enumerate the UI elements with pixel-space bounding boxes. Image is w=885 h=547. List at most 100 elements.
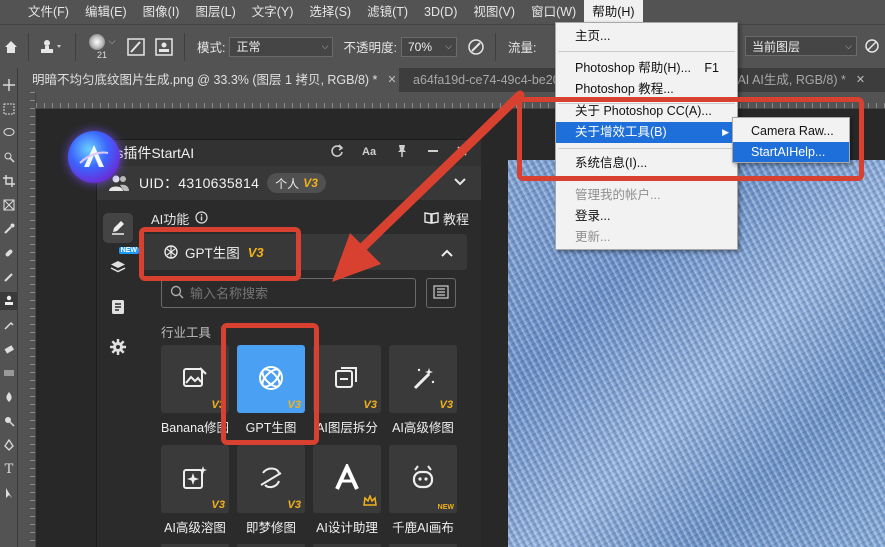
menu-3d[interactable]: 3D(D) (416, 0, 465, 24)
quick-select-tool-icon[interactable] (0, 148, 18, 166)
menu-item-label: 关于 Photoshop CC(A)... (575, 104, 712, 118)
chevron-down-icon[interactable] (453, 176, 467, 190)
menu-window[interactable]: 窗口(W) (523, 0, 584, 24)
brush-tool-icon[interactable] (0, 268, 18, 286)
marquee-tool-icon[interactable] (0, 100, 18, 118)
list-view-button[interactable] (426, 278, 456, 308)
submenu-camera-raw[interactable]: Camera Raw... (733, 121, 849, 141)
dodge-tool-icon[interactable] (0, 412, 18, 430)
document-tab[interactable]: tAI AI生成, RGB/8) * ✕ (734, 68, 885, 92)
account-tier: 个人 (275, 176, 300, 191)
search-input[interactable] (190, 285, 390, 301)
blur-tool-icon[interactable] (0, 388, 18, 406)
info-icon[interactable] (195, 210, 208, 227)
sidebar-ai-functions[interactable] (103, 213, 133, 243)
gradient-tool-icon[interactable] (0, 364, 18, 382)
minimize-icon[interactable] (426, 144, 440, 161)
chevron-down-icon: ⌵ (108, 36, 116, 46)
help-menu-system-info[interactable]: 系统信息(I)... (556, 153, 737, 174)
tool-card-label: 即梦修图 (245, 521, 296, 535)
ignore-adjustment-icon[interactable] (862, 36, 882, 56)
menu-select[interactable]: 选择(S) (301, 0, 359, 24)
eyedropper-tool-icon[interactable] (0, 220, 18, 238)
book-icon (424, 211, 439, 227)
tool-card-advanced-retouch[interactable]: V3 (389, 345, 457, 413)
tool-card-layer-split[interactable]: V3 (313, 345, 381, 413)
sidebar-documents[interactable] (103, 293, 133, 323)
menu-type[interactable]: 文字(Y) (244, 0, 302, 24)
clone-source-icon[interactable] (150, 37, 178, 56)
close-icon[interactable]: ✕ (387, 68, 396, 92)
brush-preset-picker[interactable]: ⌵ 21 (82, 33, 122, 60)
help-menu-updates: 更新... (556, 227, 737, 248)
brush-settings-icon[interactable] (122, 37, 150, 56)
clone-stamp-tool-icon[interactable] (0, 292, 18, 310)
pressure-opacity-icon[interactable] (463, 38, 489, 56)
lasso-tool-icon[interactable] (0, 124, 18, 142)
help-menu-photoshop-help[interactable]: Photoshop 帮助(H)... F1 (556, 58, 737, 79)
type-tool-icon[interactable]: T (0, 460, 18, 478)
tool-card-banana[interactable]: V3 (161, 345, 229, 413)
move-tool-icon[interactable] (0, 76, 18, 94)
new-badge: NEW (437, 504, 454, 511)
refresh-icon[interactable] (330, 144, 344, 161)
pin-icon[interactable] (395, 144, 409, 161)
submenu-startai-help[interactable]: StartAIHelp... (733, 142, 849, 162)
tool-card-design-assistant[interactable] (313, 445, 381, 513)
close-icon[interactable]: ✕ (856, 68, 865, 92)
pen-tool-icon[interactable] (0, 436, 18, 454)
sample-layer-dropdown[interactable]: 当前图层 ⌵ (745, 36, 857, 56)
help-menu-tutorials[interactable]: Photoshop 教程... (556, 79, 737, 100)
help-menu-about-photoshop[interactable]: 关于 Photoshop CC(A)... (556, 101, 737, 122)
menu-help[interactable]: 帮助(H) (584, 0, 643, 24)
sidebar-layers[interactable]: NEW (103, 247, 139, 283)
home-icon[interactable] (0, 39, 22, 55)
menu-file[interactable]: 文件(F) (20, 0, 77, 24)
search-box[interactable] (161, 278, 416, 308)
chevron-down-icon: ⌵ (445, 41, 452, 51)
tool-card-gpt[interactable]: V3 (237, 345, 305, 413)
close-icon[interactable] (455, 144, 469, 161)
path-selection-tool-icon[interactable] (0, 484, 18, 502)
v3-badge: V3 (439, 399, 453, 411)
document-tab-active[interactable]: 明暗不均匀底纹图片生成.png @ 33.3% (图层 1 拷贝, RGB/8)… (18, 68, 399, 92)
history-brush-tool-icon[interactable] (0, 316, 18, 334)
ai-function-heading: AI功能 (151, 209, 208, 228)
document-tab[interactable]: a64fa19d-ce74-49c4-be20 (399, 68, 560, 92)
menu-layer[interactable]: 图层(L) (187, 0, 243, 24)
frame-tool-icon[interactable] (0, 196, 18, 214)
healing-brush-tool-icon[interactable] (0, 244, 18, 262)
mode-dropdown[interactable]: 正常 ⌵ (229, 36, 334, 57)
stamp-tool-preset-icon[interactable] (35, 38, 69, 56)
chevron-up-icon[interactable] (441, 246, 453, 260)
tool-card-advanced-blend[interactable]: V3 (161, 445, 229, 513)
tool-card-jimeng[interactable]: V3 (237, 445, 305, 513)
tool-card-qianlu-canvas[interactable]: NEW (389, 445, 457, 513)
help-menu-dropdown: 主页... Photoshop 帮助(H)... F1 Photoshop 教程… (555, 22, 738, 250)
font-size-icon[interactable]: Aa (362, 146, 376, 158)
tutorial-link[interactable]: 教程 (424, 209, 469, 228)
menu-edit[interactable]: 编辑(E) (77, 0, 135, 24)
gpt-section-header[interactable]: GPT生图 V3 (141, 234, 467, 270)
sidebar-settings[interactable] (103, 333, 133, 363)
menu-image[interactable]: 图像(I) (135, 0, 188, 24)
eraser-tool-icon[interactable] (0, 340, 18, 358)
crop-tool-icon[interactable] (0, 172, 18, 190)
chevron-down-icon: ⌵ (321, 41, 329, 51)
user-id: UID：4310635814 (139, 175, 260, 191)
panel-title-bar[interactable]: Ps插件StartAI Aa (97, 140, 481, 166)
help-menu-about-plugins[interactable]: 关于增效工具(B) ▶ (556, 122, 737, 143)
opacity-field[interactable]: 70% ⌵ (400, 36, 457, 57)
help-menu-home[interactable]: 主页... (556, 26, 737, 47)
menu-separator (558, 148, 735, 149)
menu-view[interactable]: 视图(V) (465, 0, 523, 24)
gpt-logo-icon (163, 244, 179, 260)
account-tier-badge[interactable]: 个人 V3 (267, 173, 326, 193)
menu-filter[interactable]: 滤镜(T) (359, 0, 416, 24)
brush-size-value: 21 (96, 49, 107, 60)
flow-label: 流量: (507, 41, 537, 55)
deer-logo-icon (409, 464, 437, 495)
photoshop-logo-icon (0, 0, 20, 24)
divider (494, 32, 496, 61)
help-menu-sign-in[interactable]: 登录... (556, 206, 737, 227)
